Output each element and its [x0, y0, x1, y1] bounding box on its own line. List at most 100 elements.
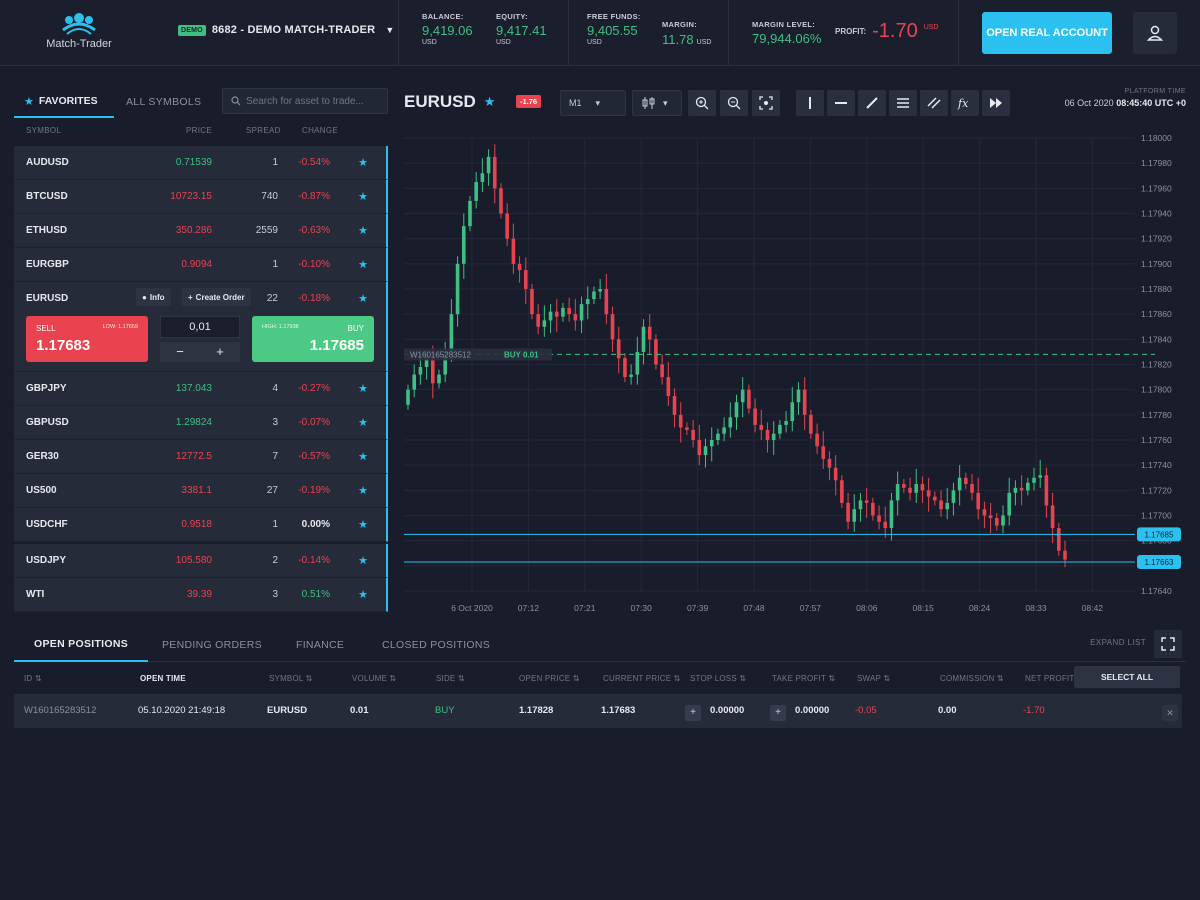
vertical-line-tool-button[interactable] [796, 90, 824, 116]
symbol-name: GBPUSD [26, 417, 69, 428]
add-stop-loss-button[interactable]: + [685, 705, 701, 721]
indicators-button[interactable]: fx [951, 90, 979, 116]
favorite-star-icon[interactable]: ★ [358, 292, 368, 305]
symbol-row[interactable]: GBPUSD 1.29824 3 -0.07% ★ [14, 406, 388, 440]
col-current-price[interactable]: CURRENT PRICE ⇅ [603, 674, 681, 683]
function-icon: fx [957, 97, 969, 110]
channel-tool-button[interactable] [889, 90, 917, 116]
col-commission[interactable]: COMMISSION ⇅ [940, 674, 1004, 683]
favorite-star-icon[interactable]: ★ [358, 258, 368, 271]
symbol-row[interactable]: GER30 12772.5 7 -0.57% ★ [14, 440, 388, 474]
favorite-star-icon[interactable]: ★ [358, 382, 368, 395]
candle-body [641, 326, 646, 352]
volume-decrease-button[interactable]: − [160, 342, 200, 362]
info-button[interactable]: ● Info [136, 288, 171, 306]
favorite-star-icon[interactable]: ★ [358, 554, 368, 567]
col-open-price[interactable]: OPEN PRICE ⇅ [519, 674, 580, 683]
timeframe-select[interactable]: M1 ▾ [560, 90, 626, 116]
symbol-spread: 3 [272, 589, 278, 600]
zoom-in-button[interactable] [688, 90, 716, 116]
close-position-icon[interactable]: ✕ [1162, 705, 1178, 721]
candle-body [406, 389, 410, 405]
candle-body [449, 314, 454, 352]
change-badge: -1.76 [516, 95, 542, 108]
favorite-star-icon[interactable]: ★ [358, 484, 368, 497]
fit-chart-button[interactable] [752, 90, 780, 116]
candle-body [951, 490, 956, 503]
candle-body [1001, 515, 1005, 526]
symbol-row-expanded[interactable]: EURUSD ● Info + Create Order 22 -0.18% ★… [14, 282, 388, 372]
tab-open-positions[interactable]: OPEN POSITIONS [14, 628, 149, 662]
volume-increase-button[interactable]: + [200, 342, 240, 362]
profit-value: -1.70 [872, 20, 918, 42]
sell-button[interactable]: SELL LOW: 1.17659 1.17683 [26, 316, 148, 362]
col-spread: SPREAD [246, 126, 281, 135]
zoom-out-icon [727, 96, 741, 110]
search-box[interactable] [222, 88, 388, 114]
col-open-time[interactable]: OPEN TIME [140, 674, 186, 683]
create-order-button[interactable]: + Create Order [182, 288, 251, 306]
col-take-profit[interactable]: TAKE PROFIT ⇅ [772, 674, 835, 683]
tab-favorites[interactable]: ★ FAVORITES [14, 86, 114, 118]
select-all-button[interactable]: SELECT ALL [1074, 666, 1180, 688]
symbol-row[interactable]: WTI 39.39 3 0.51% ★ [14, 578, 388, 612]
favorite-star-icon[interactable]: ★ [358, 588, 368, 601]
favorite-star-icon[interactable]: ★ [358, 190, 368, 203]
chart-type-select[interactable]: ▾ [632, 90, 682, 116]
account-selector[interactable]: DEMO 8682 - DEMO MATCH-TRADER ▼ [178, 24, 394, 36]
symbol-row[interactable]: GBPJPY 137.043 4 -0.27% ★ [14, 372, 388, 406]
col-symbol[interactable]: SYMBOL ⇅ [269, 674, 313, 683]
volume-input[interactable]: 0,01 [160, 316, 240, 338]
favorite-star-icon[interactable]: ★ [358, 224, 368, 237]
symbol-row[interactable]: AUDUSD 0.71539 1 -0.54% ★ [14, 146, 388, 180]
col-side[interactable]: SIDE ⇅ [436, 674, 465, 683]
candle-body [939, 500, 943, 510]
col-volume[interactable]: VOLUME ⇅ [352, 674, 396, 683]
buy-button[interactable]: HIGH: 1.17938 BUY 1.17685 [252, 316, 374, 362]
candle-body [864, 500, 869, 503]
candle-body [1032, 477, 1036, 483]
symbol-row[interactable]: USDCHF 0.9518 1 0.00% ★ [14, 508, 388, 542]
trend-line-tool-button[interactable] [858, 90, 886, 116]
candle-body [784, 421, 788, 425]
horizontal-line-tool-button[interactable] [827, 90, 855, 116]
expand-list-button[interactable] [1154, 630, 1182, 658]
tab-pending-orders[interactable]: PENDING ORDERS [162, 628, 262, 662]
symbol-row[interactable]: EURGBP 0.9094 1 -0.10% ★ [14, 248, 388, 282]
parallel-line-tool-button[interactable] [920, 90, 948, 116]
user-profile-button[interactable] [1133, 12, 1177, 54]
col-stop-loss[interactable]: STOP LOSS ⇅ [690, 674, 746, 683]
star-icon[interactable]: ★ [484, 94, 496, 110]
candle-body [790, 402, 795, 422]
col-swap[interactable]: SWAP ⇅ [857, 674, 890, 683]
candlestick-chart[interactable]: 1.18000 1.17980 1.17960 1.17940 1.17920 1.179… [400, 124, 1200, 624]
position-row[interactable]: W160165283512 05.10.2020 21:49:18 EURUSD… [14, 694, 1182, 728]
open-real-account-button[interactable]: OPEN REAL ACCOUNT [982, 12, 1112, 54]
favorite-star-icon[interactable]: ★ [358, 156, 368, 169]
symbol-row[interactable]: ETHUSD 350.286 2559 -0.63% ★ [14, 214, 388, 248]
favorite-star-icon[interactable]: ★ [358, 416, 368, 429]
candle-body [492, 156, 497, 189]
platform-time-label: PLATFORM TIME [1124, 88, 1186, 95]
scroll-to-end-button[interactable] [982, 90, 1010, 116]
favorite-star-icon[interactable]: ★ [358, 518, 368, 531]
col-net-profit[interactable]: NET PROFIT [1025, 674, 1074, 683]
price-chart[interactable]: 1.18000 1.17980 1.17960 1.17940 1.17920 1.179… [400, 124, 1200, 624]
candle-body [778, 424, 782, 434]
candle-body [840, 480, 844, 503]
col-id[interactable]: ID ⇅ [24, 674, 42, 683]
y-tick-label: 1.17960 [1141, 183, 1172, 193]
candle-body [933, 496, 937, 501]
favorite-star-icon[interactable]: ★ [358, 450, 368, 463]
add-take-profit-button[interactable]: + [770, 705, 786, 721]
tab-finance[interactable]: FINANCE [296, 628, 344, 662]
tab-closed-positions[interactable]: CLOSED POSITIONS [382, 628, 490, 662]
search-input[interactable] [246, 95, 386, 107]
symbol-row[interactable]: USDJPY 105.580 2 -0.14% ★ [14, 544, 388, 578]
symbol-row[interactable]: US500 3381.1 27 -0.19% ★ [14, 474, 388, 508]
balance-stat: BALANCE: 9,419.06 USD [422, 12, 473, 46]
symbol-name: US500 [26, 485, 57, 496]
symbol-row[interactable]: BTCUSD 10723.15 740 -0.87% ★ [14, 180, 388, 214]
zoom-out-button[interactable] [720, 90, 748, 116]
tab-all-symbols[interactable]: ALL SYMBOLS [126, 86, 201, 118]
